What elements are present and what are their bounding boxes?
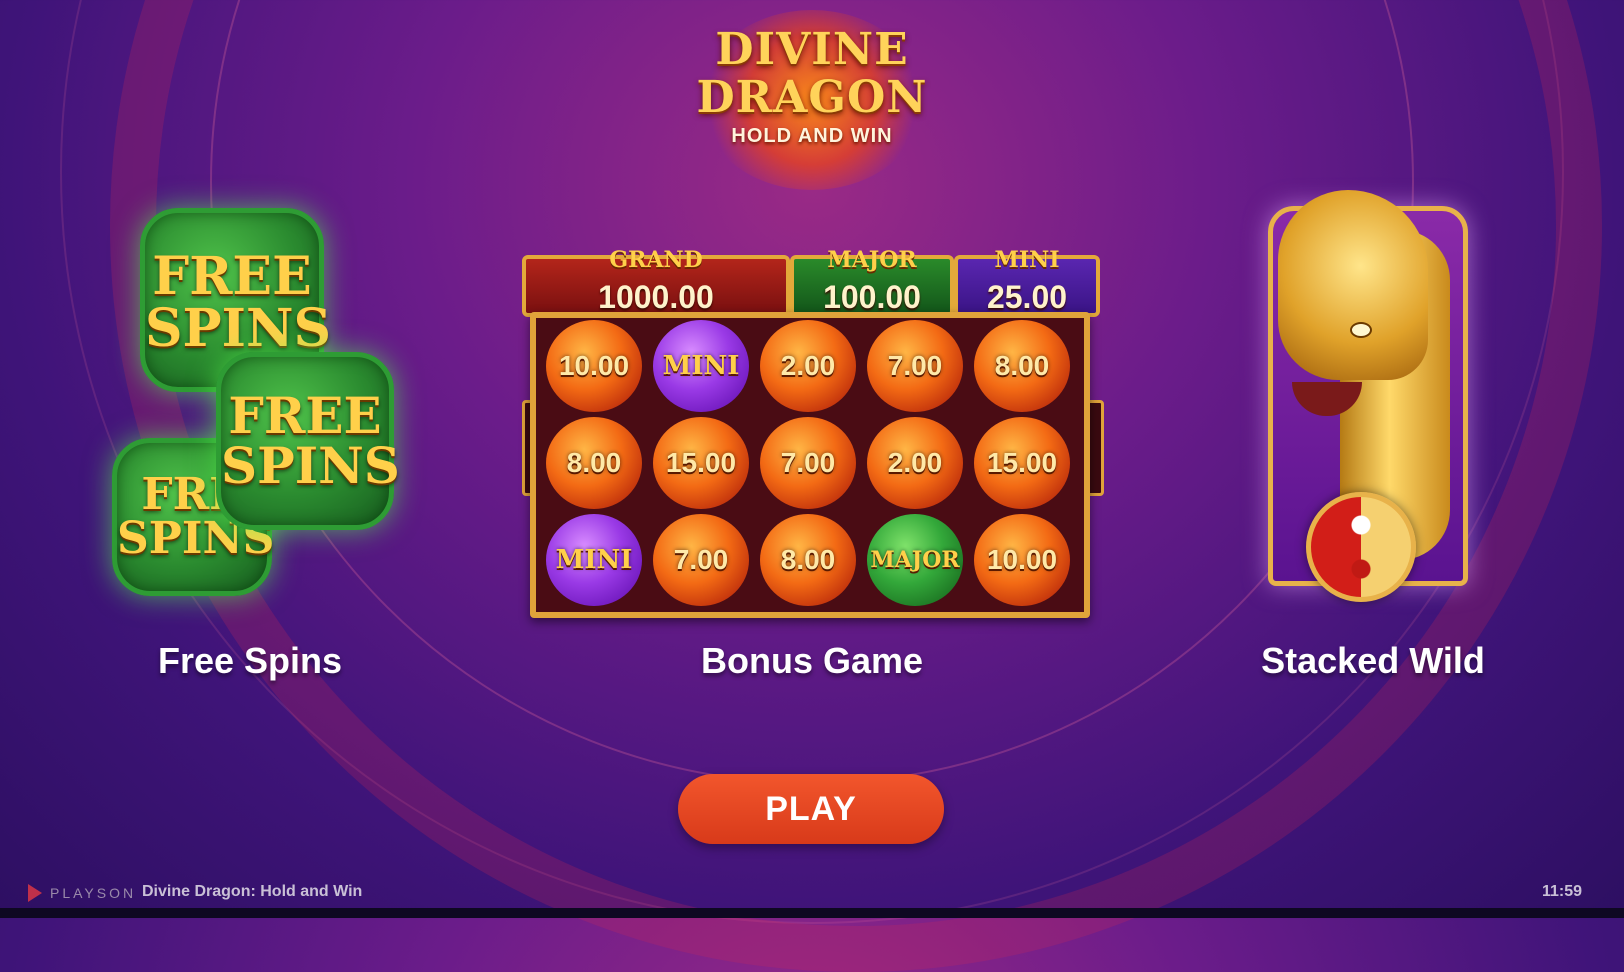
bonus-orb-fire: 2.00 [760,320,856,412]
bonus-orb-fire: 8.00 [974,320,1070,412]
logo-title-line2: DRAGON [696,72,928,123]
bonus-grid: 10.00 MINI 2.00 7.00 8.00 8.00 15.00 7.00 2.00 15… [546,320,1076,610]
clock: 11:59 [1541,883,1582,900]
footer-bar [0,908,1624,918]
playson-play-icon [28,884,42,902]
free-spins-tile-word2: SPINS [145,298,332,359]
game-logo: DIVINE DRAGON HOLD AND WIN [680,10,944,190]
bonus-orb-purple: MINI [653,320,749,412]
bonus-orb-fire: 8.00 [760,514,856,606]
jackpot-name: MAJOR [827,247,917,273]
provider-name: PLAYSON [50,885,137,901]
bonus-orb-fire: 15.00 [653,417,749,509]
play-button[interactable]: PLAY [678,774,944,844]
bonus-orb-fire: 10.00 [974,514,1070,606]
bonus-orb-purple: MINI [546,514,642,606]
free-spins-label: Free Spins [157,640,343,681]
footer: PLAYSON Divine Dragon: Hold and Win 11:5… [0,880,1624,918]
footer-game-name: Divine Dragon: Hold and Win [142,883,363,900]
stacked-wild-label: Stacked Wild [1261,640,1485,681]
jackpot-value: 1000.00 [598,279,714,315]
bonus-orb-fire: 7.00 [867,320,963,412]
jackpot-value: 100.00 [823,279,921,315]
jackpot-name: MINI [994,247,1060,273]
jackpot-value: 25.00 [986,279,1068,315]
bonus-orb-fire: 7.00 [653,514,749,606]
jackpot-name: GRAND [609,247,703,273]
bonus-orb-fire: 7.00 [760,417,856,509]
dragon-eye-icon [1350,322,1372,338]
free-spins-tile: FREE SPINS [216,352,400,530]
logo-title-line1: DIVINE [715,24,909,75]
free-spins-tile-word1: FREE [152,246,312,307]
dragon-head-icon [1278,190,1428,380]
provider-logo: PLAYSON [28,884,136,902]
bonus-orb-fire: 2.00 [867,417,963,509]
bonus-orb-fire: 15.00 [974,417,1070,509]
jackpot-mini: MINI 25.00 [954,247,1100,317]
bonus-orb-fire: 8.00 [546,417,642,509]
bonus-orb-fire: 10.00 [546,320,642,412]
logo-subtitle: HOLD AND WIN [731,125,893,147]
bonus-orb-green: MAJOR [867,514,963,606]
free-spins-tile-word2: SPINS [221,436,400,495]
jackpot-grand: GRAND 1000.00 [522,247,790,317]
free-spins-tile-word1: FREE [228,386,382,445]
bonus-game-label: Bonus Game [700,640,924,681]
jackpot-major: MAJOR 100.00 [790,247,954,317]
yin-yang-orb-icon [1306,492,1416,602]
